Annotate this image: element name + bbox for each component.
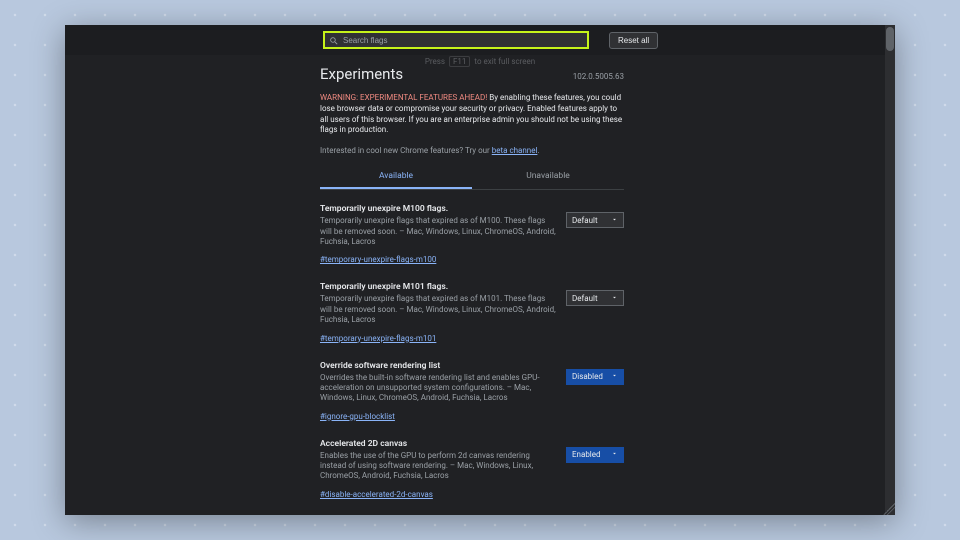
flag-row: Override software rendering list Override… (320, 361, 624, 423)
chevron-down-icon (611, 372, 618, 381)
flag-state-select[interactable]: Default (566, 212, 624, 228)
flag-state-select[interactable]: Enabled (566, 447, 624, 463)
flag-anchor-link[interactable]: #disable-accelerated-2d-canvas (320, 490, 433, 499)
search-icon (329, 31, 339, 50)
flag-title: Override software rendering list (320, 361, 556, 371)
flag-anchor-link[interactable]: #ignore-gpu-blocklist (320, 412, 395, 421)
flag-description: Overrides the built-in software renderin… (320, 373, 556, 404)
flag-title: Temporarily unexpire M100 flags. (320, 204, 556, 214)
chevron-down-icon (611, 294, 618, 303)
reset-all-button[interactable]: Reset all (609, 32, 658, 49)
chevron-down-icon (611, 216, 618, 225)
page-title: Experiments (320, 65, 403, 83)
main-content: Experiments 102.0.5005.63 WARNING: EXPER… (320, 65, 624, 515)
browser-window: Reset all Press F11 to exit full screen … (65, 25, 895, 515)
vertical-scrollbar[interactable] (885, 25, 895, 515)
top-toolbar: Reset all (65, 25, 895, 55)
flag-title: Accelerated 2D canvas (320, 439, 556, 449)
search-field-wrap[interactable] (323, 31, 589, 49)
flag-description: Temporarily unexpire flags that expired … (320, 216, 556, 247)
search-input[interactable] (343, 36, 583, 45)
flag-row: Temporarily unexpire M100 flags. Temporar… (320, 204, 624, 266)
resize-handle-icon[interactable] (883, 503, 895, 515)
flag-row: Temporarily unexpire M101 flags. Temporar… (320, 282, 624, 344)
flag-state-select[interactable]: Default (566, 290, 624, 306)
flag-state-value: Disabled (572, 372, 603, 381)
beta-channel-link[interactable]: beta channel (492, 146, 538, 155)
tab-unavailable[interactable]: Unavailable (472, 165, 624, 189)
flag-state-value: Default (572, 216, 598, 225)
beta-channel-note: Interested in cool new Chrome features? … (320, 146, 624, 155)
chevron-down-icon (611, 450, 618, 459)
flag-row: Accelerated 2D canvas Enables the use of … (320, 439, 624, 501)
version-label: 102.0.5005.63 (573, 72, 624, 81)
scrollbar-thumb[interactable] (886, 27, 894, 51)
flag-title: Temporarily unexpire M101 flags. (320, 282, 556, 292)
flag-description: Enables the use of the GPU to perform 2d… (320, 451, 556, 482)
flag-state-value: Enabled (572, 450, 601, 459)
flag-state-select[interactable]: Disabled (566, 369, 624, 385)
tab-available[interactable]: Available (320, 165, 472, 189)
flag-anchor-link[interactable]: #temporary-unexpire-flags-m100 (320, 255, 436, 264)
warning-text: WARNING: EXPERIMENTAL FEATURES AHEAD! By… (320, 93, 624, 136)
flag-anchor-link[interactable]: #temporary-unexpire-flags-m101 (320, 334, 436, 343)
flag-list: Temporarily unexpire M100 flags. Temporar… (320, 204, 624, 515)
flag-state-value: Default (572, 294, 598, 303)
flag-description: Temporarily unexpire flags that expired … (320, 294, 556, 325)
tab-bar: Available Unavailable (320, 165, 624, 190)
